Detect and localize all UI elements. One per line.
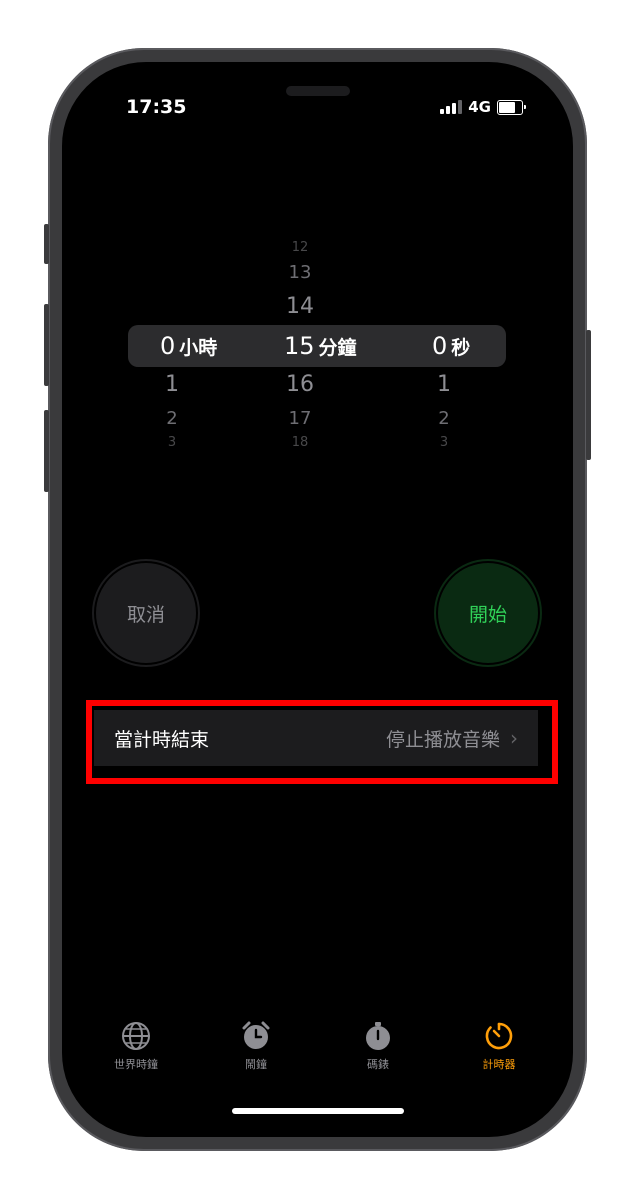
tab-timer[interactable]: 計時器 bbox=[454, 1020, 544, 1072]
picker-value: 2 bbox=[166, 408, 178, 429]
picker-value: 14 bbox=[286, 294, 314, 319]
globe-icon bbox=[122, 1022, 150, 1050]
hours-value: 0 bbox=[160, 332, 176, 360]
picker-value: 18 bbox=[291, 435, 309, 450]
start-button[interactable]: 開始 bbox=[438, 563, 538, 663]
hours-selected: 0 小時 bbox=[160, 332, 217, 360]
volume-up-button bbox=[44, 304, 49, 386]
screen: 17:35 4G 1 2 3 0 小時 12 13 14 15 分鐘 16 17 1… bbox=[62, 62, 573, 1137]
picker-value: 1 bbox=[165, 372, 179, 397]
minutes-unit: 分鐘 bbox=[318, 337, 357, 359]
picker-value: 17 bbox=[288, 408, 312, 429]
picker-value: 13 bbox=[288, 262, 312, 283]
tab-bar: 世界時鐘 鬧鐘 碼錶 計時器 bbox=[62, 1020, 573, 1090]
seconds-value: 0 bbox=[432, 332, 448, 360]
tab-label: 計時器 bbox=[482, 1058, 516, 1071]
status-icons: 4G bbox=[440, 98, 526, 116]
timer-icon bbox=[485, 1022, 513, 1050]
hours-unit: 小時 bbox=[179, 337, 218, 359]
picker-value: 16 bbox=[286, 372, 314, 397]
network-type: 4G bbox=[468, 98, 491, 116]
signal-icon bbox=[440, 100, 463, 114]
tab-world-clock[interactable]: 世界時鐘 bbox=[91, 1020, 181, 1072]
earpiece-speaker bbox=[286, 86, 350, 96]
seconds-selected: 0秒 bbox=[432, 332, 470, 360]
cancel-button[interactable]: 取消 bbox=[96, 563, 196, 663]
status-time: 17:35 bbox=[126, 96, 187, 118]
mute-switch bbox=[44, 224, 49, 264]
tab-label: 鬧鐘 bbox=[245, 1058, 267, 1071]
red-highlight-box bbox=[86, 700, 558, 784]
picker-value: 3 bbox=[439, 435, 449, 450]
minutes-selected: 15 分鐘 bbox=[284, 332, 357, 360]
tab-label: 世界時鐘 bbox=[114, 1058, 158, 1071]
seconds-unit: 秒 bbox=[451, 337, 471, 359]
stopwatch-icon bbox=[366, 1022, 390, 1050]
home-indicator[interactable] bbox=[232, 1108, 404, 1114]
power-button bbox=[586, 330, 591, 460]
battery-icon bbox=[497, 99, 526, 115]
picker-value: 12 bbox=[291, 240, 309, 255]
alarm-clock-icon bbox=[242, 1021, 270, 1049]
picker-value: 3 bbox=[167, 435, 177, 450]
picker-value: 2 bbox=[438, 408, 450, 429]
picker-value: 1 bbox=[437, 372, 451, 397]
tab-stopwatch[interactable]: 碼錶 bbox=[333, 1020, 423, 1072]
volume-down-button bbox=[44, 410, 49, 492]
minutes-value: 15 bbox=[284, 332, 315, 360]
tab-alarm[interactable]: 鬧鐘 bbox=[211, 1020, 301, 1072]
tab-label: 碼錶 bbox=[367, 1058, 389, 1071]
